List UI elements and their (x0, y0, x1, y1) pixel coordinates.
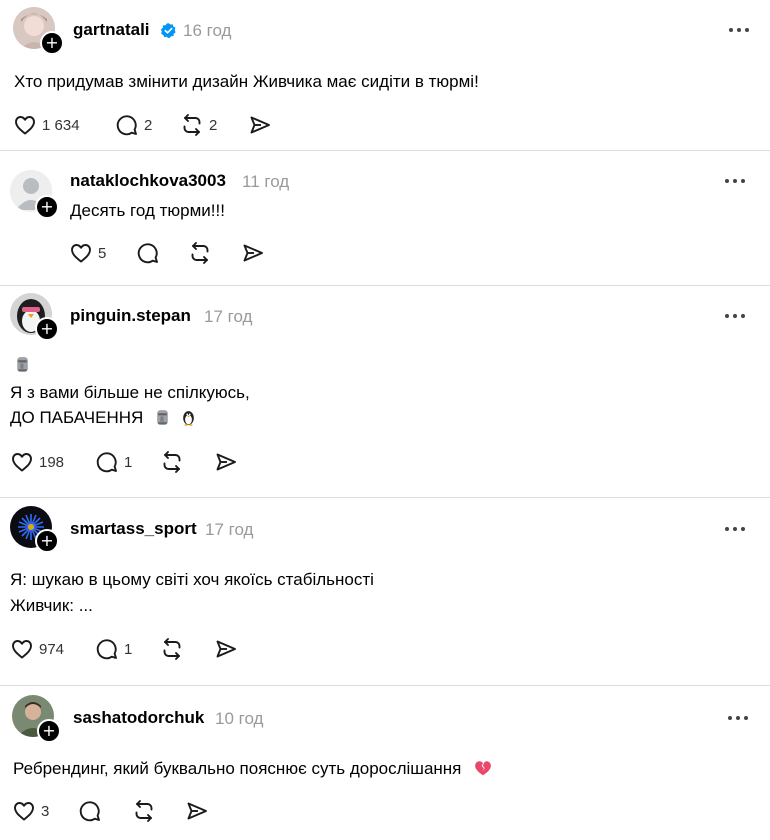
like-count: 198 (39, 453, 65, 471)
moai-emoji-icon (14, 356, 31, 373)
share-button[interactable] (185, 799, 209, 823)
more-options-icon[interactable] (723, 177, 747, 185)
reply-count: 1 (124, 640, 133, 658)
reply-button[interactable]: 1 (95, 450, 132, 474)
reply-button[interactable]: 1 (95, 637, 132, 661)
thread-post: + smartass_sport 17 год Я: шукаю в цьому… (0, 497, 770, 686)
heart-icon (10, 450, 34, 474)
repost-button[interactable] (188, 241, 212, 265)
follow-plus-icon[interactable]: + (35, 195, 59, 219)
heart-icon (69, 241, 93, 265)
follow-plus-icon[interactable]: + (40, 31, 64, 55)
share-button[interactable] (214, 637, 238, 661)
post-text: Живчик: ... (10, 596, 93, 615)
post-time: 10 год (215, 709, 264, 728)
post-time: 17 год (205, 520, 254, 539)
verified-badge-icon (160, 23, 176, 39)
like-count: 974 (39, 640, 65, 658)
comment-icon (95, 637, 119, 661)
follow-plus-icon[interactable]: + (35, 529, 59, 553)
reply-button[interactable] (78, 799, 102, 823)
more-options-icon[interactable] (727, 26, 751, 34)
repost-count: 2 (209, 116, 218, 134)
comment-icon (115, 113, 139, 137)
share-button[interactable] (214, 450, 238, 474)
post-text: Десять год тюрми!!! (70, 201, 225, 220)
username[interactable]: smartass_sport (70, 519, 197, 539)
like-button[interactable]: 1 634 (13, 113, 80, 137)
repost-button[interactable] (132, 799, 156, 823)
post-time: 11 год (242, 172, 290, 191)
reply-button[interactable]: 2 (115, 113, 152, 137)
send-icon (248, 113, 272, 137)
reply-count: 1 (124, 453, 133, 471)
more-options-icon[interactable] (723, 525, 747, 533)
reply-button[interactable] (136, 241, 160, 265)
more-options-icon[interactable] (726, 714, 750, 722)
like-button[interactable]: 198 (10, 450, 64, 474)
moai-emoji-icon (154, 409, 171, 426)
send-icon (185, 799, 209, 823)
heart-icon (10, 637, 34, 661)
like-count: 5 (98, 244, 107, 262)
thread-post: + pinguin.stepan 17 год Я з вами більше … (0, 285, 770, 498)
like-button[interactable]: 974 (10, 637, 64, 661)
comment-icon (78, 799, 102, 823)
more-options-icon[interactable] (723, 312, 747, 320)
heart-icon (13, 113, 37, 137)
post-text-line: ДО ПАБАЧЕННЯ (10, 408, 144, 427)
username[interactable]: pinguin.stepan (70, 306, 191, 326)
post-text: Хто придумав змінити дизайн Живчика має … (14, 72, 479, 91)
like-button[interactable]: 3 (12, 799, 49, 823)
post-text: Ребрендинг, який буквально пояснює суть … (13, 757, 492, 781)
post-time: 16 год (183, 21, 232, 40)
username[interactable]: nataklochkova3003 (70, 171, 226, 191)
share-button[interactable] (248, 113, 272, 137)
post-time: 17 год (204, 307, 253, 326)
reply-count: 2 (144, 116, 153, 134)
post-text: Я з вами більше не спілкуюсь, (10, 383, 250, 402)
thread-post: + sashatodorchuk 10 год Ребрендинг, який… (0, 685, 770, 840)
comment-icon (95, 450, 119, 474)
username[interactable]: sashatodorchuk (73, 708, 204, 728)
broken-heart-emoji-icon (474, 759, 492, 777)
repost-icon (188, 241, 212, 265)
like-button[interactable]: 5 (69, 241, 106, 265)
follow-plus-icon[interactable]: + (35, 317, 59, 341)
like-count: 3 (41, 802, 50, 820)
repost-button[interactable] (160, 637, 184, 661)
post-text-line: Ребрендинг, який буквально пояснює суть … (13, 759, 462, 778)
send-icon (214, 450, 238, 474)
post-text: Я: шукаю в цьому світі хоч якоїсь стабіл… (10, 570, 374, 589)
follow-plus-icon[interactable]: + (37, 719, 61, 743)
send-icon (214, 637, 238, 661)
repost-icon (160, 637, 184, 661)
repost-icon (180, 113, 204, 137)
repost-icon (132, 799, 156, 823)
username[interactable]: gartnatali (73, 20, 150, 40)
share-button[interactable] (241, 241, 265, 265)
comment-icon (136, 241, 160, 265)
thread-post: + nataklochkova3003 11 год Десять год тю… (0, 150, 770, 286)
send-icon (241, 241, 265, 265)
heart-icon (12, 799, 36, 823)
penguin-emoji-icon (180, 409, 197, 426)
thread-post: + gartnatali 16 год Хто придумав змінити… (0, 0, 770, 151)
post-text: ДО ПАБАЧЕННЯ (10, 406, 197, 430)
repost-button[interactable]: 2 (180, 113, 217, 137)
like-count: 1 634 (42, 116, 80, 134)
repost-button[interactable] (160, 450, 184, 474)
repost-icon (160, 450, 184, 474)
